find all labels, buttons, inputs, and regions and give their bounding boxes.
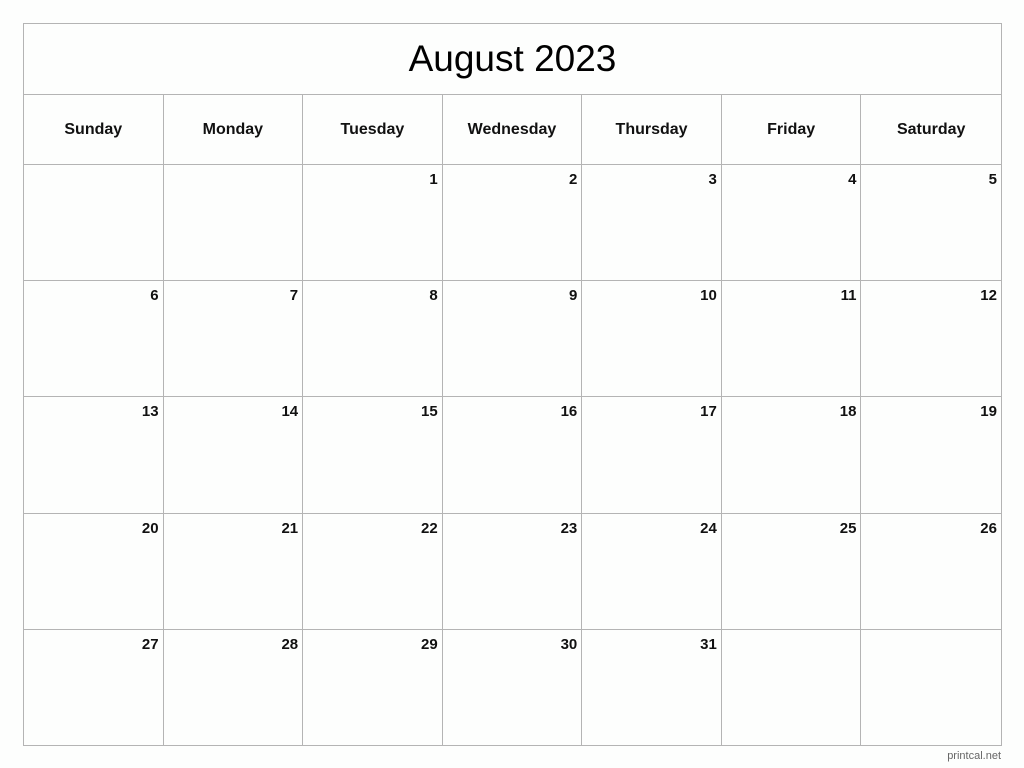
day-cell[interactable]: 5 bbox=[861, 165, 1001, 282]
calendar-title: August 2023 bbox=[24, 24, 1001, 95]
weekday-tuesday: Tuesday bbox=[303, 95, 443, 164]
weekday-header-row: Sunday Monday Tuesday Wednesday Thursday… bbox=[24, 95, 1001, 165]
day-cell[interactable]: 13 bbox=[24, 397, 164, 514]
day-cell[interactable]: 27 bbox=[24, 629, 164, 746]
day-number: 13 bbox=[141, 403, 159, 421]
day-cell[interactable]: 4 bbox=[721, 165, 862, 282]
day-cell[interactable]: 6 bbox=[24, 281, 164, 398]
weekday-wednesday: Wednesday bbox=[443, 95, 583, 164]
day-number: 12 bbox=[980, 287, 997, 305]
calendar: August 2023 Sunday Monday Tuesday Wednes… bbox=[23, 23, 1002, 746]
day-number: 1 bbox=[429, 171, 438, 188]
day-number: 8 bbox=[429, 287, 438, 305]
day-number: 14 bbox=[281, 403, 299, 421]
day-cell[interactable]: 29 bbox=[303, 629, 443, 746]
day-number: 30 bbox=[560, 635, 578, 653]
day-cell[interactable] bbox=[24, 165, 164, 282]
day-number: 9 bbox=[568, 287, 578, 305]
weekday-saturday: Saturday bbox=[896, 120, 966, 138]
day-number: 28 bbox=[281, 635, 299, 653]
weekday-friday: Friday bbox=[722, 95, 862, 164]
day-number: 5 bbox=[988, 171, 997, 188]
day-cell[interactable]: 12 bbox=[861, 281, 1001, 398]
day-number: 20 bbox=[141, 519, 159, 537]
day-cell[interactable]: 3 bbox=[582, 165, 722, 282]
day-number: 23 bbox=[560, 519, 578, 537]
day-cell[interactable]: 25 bbox=[721, 513, 862, 630]
day-cell[interactable]: 18 bbox=[721, 397, 862, 514]
day-cell[interactable]: 22 bbox=[303, 513, 443, 630]
day-number: 16 bbox=[560, 403, 578, 421]
day-cell[interactable]: 8 bbox=[303, 281, 443, 398]
day-number: 15 bbox=[421, 403, 438, 421]
footer-credit: printcal.net bbox=[947, 750, 1001, 762]
day-number: 27 bbox=[141, 635, 159, 653]
day-number: 18 bbox=[839, 403, 857, 421]
day-cell[interactable]: 2 bbox=[442, 165, 583, 282]
day-cell[interactable]: 28 bbox=[164, 629, 304, 746]
day-number: 21 bbox=[281, 519, 299, 537]
day-number: 2 bbox=[568, 171, 578, 188]
day-number: 19 bbox=[980, 403, 997, 421]
day-number: 25 bbox=[839, 519, 857, 537]
day-cell[interactable]: 30 bbox=[443, 629, 583, 746]
day-cell[interactable]: 26 bbox=[861, 514, 1001, 630]
day-number: 6 bbox=[150, 287, 159, 305]
day-cell[interactable]: 17 bbox=[582, 397, 722, 514]
day-cell[interactable] bbox=[722, 629, 862, 746]
weekday-monday: Monday bbox=[164, 95, 304, 164]
day-cell[interactable]: 14 bbox=[163, 397, 304, 514]
weekday-thursday: Thursday bbox=[582, 95, 722, 164]
day-number: 4 bbox=[848, 171, 857, 188]
day-cell[interactable]: 23 bbox=[442, 513, 583, 630]
day-number: 24 bbox=[700, 519, 717, 537]
day-number: 10 bbox=[700, 287, 717, 305]
day-cell[interactable]: 7 bbox=[163, 281, 304, 398]
day-cell[interactable] bbox=[163, 165, 304, 282]
day-number: 3 bbox=[708, 171, 717, 188]
day-cell[interactable]: 9 bbox=[442, 281, 583, 398]
day-cell[interactable]: 15 bbox=[303, 397, 443, 514]
day-number: 17 bbox=[700, 403, 717, 421]
day-cell[interactable]: 1 bbox=[303, 165, 443, 282]
day-cell[interactable]: 10 bbox=[582, 281, 722, 398]
day-number: 29 bbox=[421, 635, 438, 653]
day-cell[interactable]: 20 bbox=[24, 513, 164, 630]
day-cell[interactable]: 24 bbox=[582, 513, 722, 630]
day-number: 22 bbox=[421, 519, 438, 537]
day-cell[interactable]: 11 bbox=[721, 281, 862, 398]
day-cell[interactable]: 21 bbox=[163, 513, 304, 630]
day-cell[interactable]: 16 bbox=[442, 397, 583, 514]
day-grid: 1 2 3 4 5 6 7 8 9 10 11 12 13 14 15 16 17 18 19 20 21 22 23 24 2… bbox=[24, 165, 1001, 746]
day-cell[interactable] bbox=[861, 630, 1001, 746]
day-cell[interactable]: 19 bbox=[861, 397, 1001, 514]
day-cell[interactable]: 31 bbox=[582, 629, 722, 746]
day-number: 7 bbox=[289, 287, 299, 305]
weekday-sunday: Sunday bbox=[24, 95, 164, 164]
day-number: 11 bbox=[840, 287, 857, 305]
day-number: 31 bbox=[700, 635, 717, 653]
day-number: 26 bbox=[980, 519, 997, 537]
